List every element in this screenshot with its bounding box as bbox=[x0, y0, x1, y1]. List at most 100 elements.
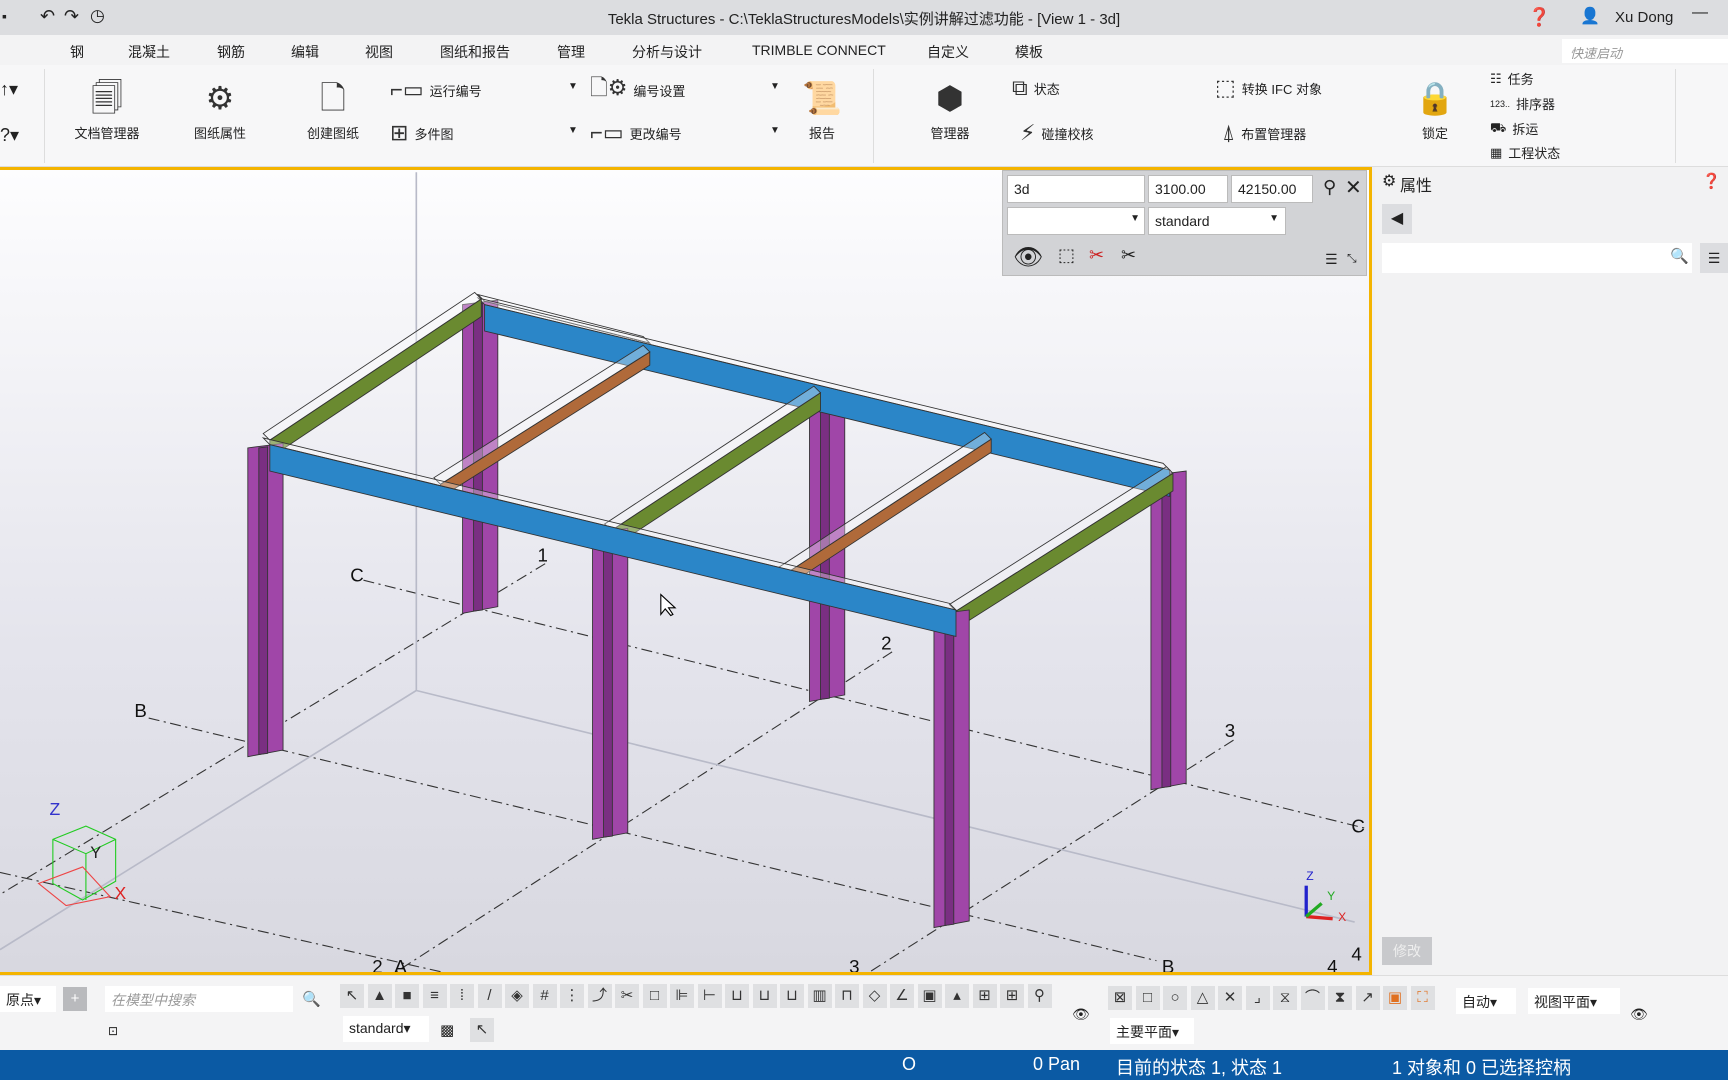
help-dropdown-icon[interactable]: ?▾ bbox=[0, 125, 19, 146]
snap-point-button[interactable]: ⊠ bbox=[1108, 986, 1132, 1010]
snap-tool-button[interactable]: ≡ bbox=[422, 984, 447, 1008]
snap-tool-button[interactable]: ⊔ bbox=[725, 984, 749, 1008]
clip-remove-icon[interactable]: ✂ bbox=[1089, 245, 1104, 266]
snap-tool-button[interactable]: ⤴ bbox=[587, 984, 612, 1008]
snap-tool-button[interactable]: □ bbox=[642, 984, 667, 1008]
add-button[interactable]: + bbox=[63, 987, 87, 1011]
snap-point-button[interactable]: ⛶ bbox=[1410, 986, 1435, 1010]
eye-icon[interactable]: 👁 bbox=[1072, 1006, 1090, 1023]
snap-point-button[interactable]: ⧖ bbox=[1273, 986, 1297, 1010]
snap-auto-dropdown[interactable]: 自动▾ bbox=[1456, 988, 1516, 1014]
snap-point-button[interactable]: ✕ bbox=[1218, 986, 1242, 1010]
snap-point-button[interactable]: ⧗ bbox=[1328, 986, 1352, 1010]
snap-point-button[interactable]: ▣ bbox=[1383, 986, 1407, 1010]
document-manager-button[interactable]: 🗐 文档管理器 bbox=[67, 73, 147, 142]
tab-steel[interactable]: 钢 bbox=[70, 42, 84, 62]
snap-tool-button[interactable]: # bbox=[532, 984, 557, 1008]
snap-tool-button[interactable]: ⊞ bbox=[1000, 984, 1024, 1008]
properties-search-input[interactable] bbox=[1382, 243, 1692, 273]
origin-dropdown[interactable]: 原点▾ bbox=[0, 986, 56, 1012]
tab-trimble-connect[interactable]: TRIMBLE CONNECT bbox=[752, 42, 886, 58]
snap-tool-button[interactable]: ✂ bbox=[615, 984, 639, 1008]
snap-point-button[interactable]: ○ bbox=[1163, 986, 1187, 1010]
minimize-button[interactable]: — bbox=[1692, 4, 1708, 22]
tab-analysis-design[interactable]: 分析与设计 bbox=[632, 42, 702, 62]
dropdown-arrow-icon[interactable]: ▼ bbox=[770, 125, 780, 136]
snap-tool-button[interactable]: ⊫ bbox=[670, 984, 694, 1008]
layout-manager-button[interactable]: ⍋ 布置管理器 bbox=[1222, 120, 1306, 146]
lock-button[interactable]: 🔒 锁定 bbox=[1410, 73, 1460, 142]
organizer-button[interactable]: ⬢ 管理器 bbox=[910, 73, 990, 142]
depth-down-field[interactable]: 42150.00 bbox=[1231, 175, 1313, 203]
model-search-input[interactable]: 在模型中搜索 bbox=[105, 986, 293, 1012]
dropdown-arrow-icon[interactable]: ▼ bbox=[568, 125, 578, 136]
tab-templates[interactable]: 模板 bbox=[1015, 42, 1043, 62]
selection-filter-dropdown[interactable]: standard▾ bbox=[343, 1016, 429, 1042]
snap-tool-button[interactable]: ⊓ bbox=[835, 984, 859, 1008]
collapse-icon[interactable]: ⤡ bbox=[1347, 251, 1357, 266]
shipping-button[interactable]: ⛟ 拆运 bbox=[1490, 119, 1538, 138]
side-beam[interactable] bbox=[269, 298, 482, 459]
select-pointer-button[interactable]: ↖ bbox=[470, 1018, 494, 1042]
snap-tool-button[interactable]: ▥ bbox=[807, 984, 832, 1008]
model-view-3d[interactable]: C 1 B 2 3 C 2 A 3 B 4 4 Z Y X Z Y X bbox=[0, 167, 1372, 975]
back-button[interactable]: ◀ bbox=[1382, 204, 1412, 234]
snap-tool-button[interactable]: ■ bbox=[395, 984, 419, 1008]
convert-ifc-button[interactable]: ⬚ 转换 IFC 对象 bbox=[1215, 75, 1322, 101]
representation-dropdown[interactable]: standard ▼ bbox=[1148, 207, 1286, 235]
snap-point-button[interactable]: ⌟ bbox=[1245, 986, 1270, 1010]
column-web[interactable] bbox=[944, 612, 955, 926]
box-icon[interactable]: ⬚ bbox=[1058, 245, 1075, 266]
snap-point-button[interactable]: ↗ bbox=[1355, 986, 1380, 1010]
snap-tool-button[interactable]: ⊢ bbox=[697, 984, 722, 1008]
create-drawing-button[interactable]: 🗋 创建图纸 bbox=[293, 73, 373, 142]
tasks-button[interactable]: ☷ 任务 bbox=[1490, 69, 1534, 88]
search-icon[interactable]: 🔍 bbox=[302, 990, 321, 1008]
snap-tool-button[interactable]: ⋮ bbox=[560, 984, 584, 1008]
view-name-field[interactable]: 3d bbox=[1007, 175, 1145, 203]
snap-tool-button[interactable]: ⊔ bbox=[752, 984, 777, 1008]
snap-tool-button[interactable]: ∠ bbox=[890, 984, 914, 1008]
menu-button[interactable]: ☰ bbox=[1700, 243, 1728, 273]
side-beam-flange[interactable] bbox=[262, 291, 482, 441]
scissors-icon[interactable]: ✂ bbox=[1121, 245, 1136, 266]
snap-tool-button[interactable]: ⊞ bbox=[972, 984, 997, 1008]
side-beam-flange[interactable] bbox=[603, 385, 822, 532]
side-beam[interactable] bbox=[955, 472, 1174, 630]
change-numbering-button[interactable]: ⌐▭ 更改编号 bbox=[590, 120, 682, 146]
multi-drawing-button[interactable]: ⊞ 多件图 bbox=[390, 120, 453, 146]
snap-tool-button[interactable]: ▴ bbox=[945, 984, 969, 1008]
column-web[interactable] bbox=[258, 446, 269, 755]
reports-button[interactable]: 📜 报告 bbox=[782, 73, 862, 142]
side-beam-flange[interactable] bbox=[948, 466, 1174, 612]
snap-tool-button[interactable]: ⊔ bbox=[780, 984, 804, 1008]
snap-tool-button[interactable]: / bbox=[477, 984, 502, 1008]
tab-edit[interactable]: 编辑 bbox=[291, 42, 319, 62]
eye-icon[interactable]: 👁 bbox=[1630, 1006, 1648, 1023]
dropdown-arrow-icon[interactable]: ▼ bbox=[568, 81, 578, 92]
tab-view[interactable]: 视图 bbox=[365, 42, 393, 62]
snap-tool-button[interactable]: ◈ bbox=[505, 984, 529, 1008]
user-name[interactable]: Xu Dong bbox=[1615, 9, 1673, 26]
depth-up-field[interactable]: 3100.00 bbox=[1148, 175, 1228, 203]
snap-tool-button[interactable]: ⚲ bbox=[1027, 984, 1052, 1008]
tab-concrete[interactable]: 混凝土 bbox=[128, 42, 170, 62]
tab-rebar[interactable]: 钢筋 bbox=[217, 42, 245, 62]
drawing-properties-button[interactable]: ⚙ 图纸属性 bbox=[180, 73, 260, 142]
snap-tool-button[interactable]: ⁞ bbox=[450, 984, 474, 1008]
help-icon[interactable]: ❓ bbox=[1528, 7, 1550, 28]
tab-manage[interactable]: 管理 bbox=[553, 42, 613, 65]
modify-button[interactable]: 修改 bbox=[1382, 937, 1432, 965]
eye-icon[interactable]: 👁 bbox=[1013, 243, 1043, 272]
list-icon[interactable]: ☰ bbox=[1325, 251, 1338, 268]
pin-icon[interactable]: ⚲ bbox=[1323, 177, 1336, 198]
status-button[interactable]: ⧉ 状态 bbox=[1012, 75, 1060, 101]
snap-tool-button[interactable]: ↖ bbox=[340, 984, 364, 1008]
snap-tool-button[interactable]: ▲ bbox=[367, 984, 392, 1008]
sorter-button[interactable]: 123.. 排序器 bbox=[1490, 94, 1555, 113]
close-icon[interactable]: ✕ bbox=[1345, 175, 1362, 200]
project-status-button[interactable]: ▦ 工程状态 bbox=[1490, 143, 1560, 162]
column-web[interactable] bbox=[1161, 473, 1172, 789]
search-icon[interactable]: 🔍 bbox=[1670, 247, 1689, 265]
run-numbering-button[interactable]: ⌐▭ 运行编号 bbox=[390, 77, 482, 103]
